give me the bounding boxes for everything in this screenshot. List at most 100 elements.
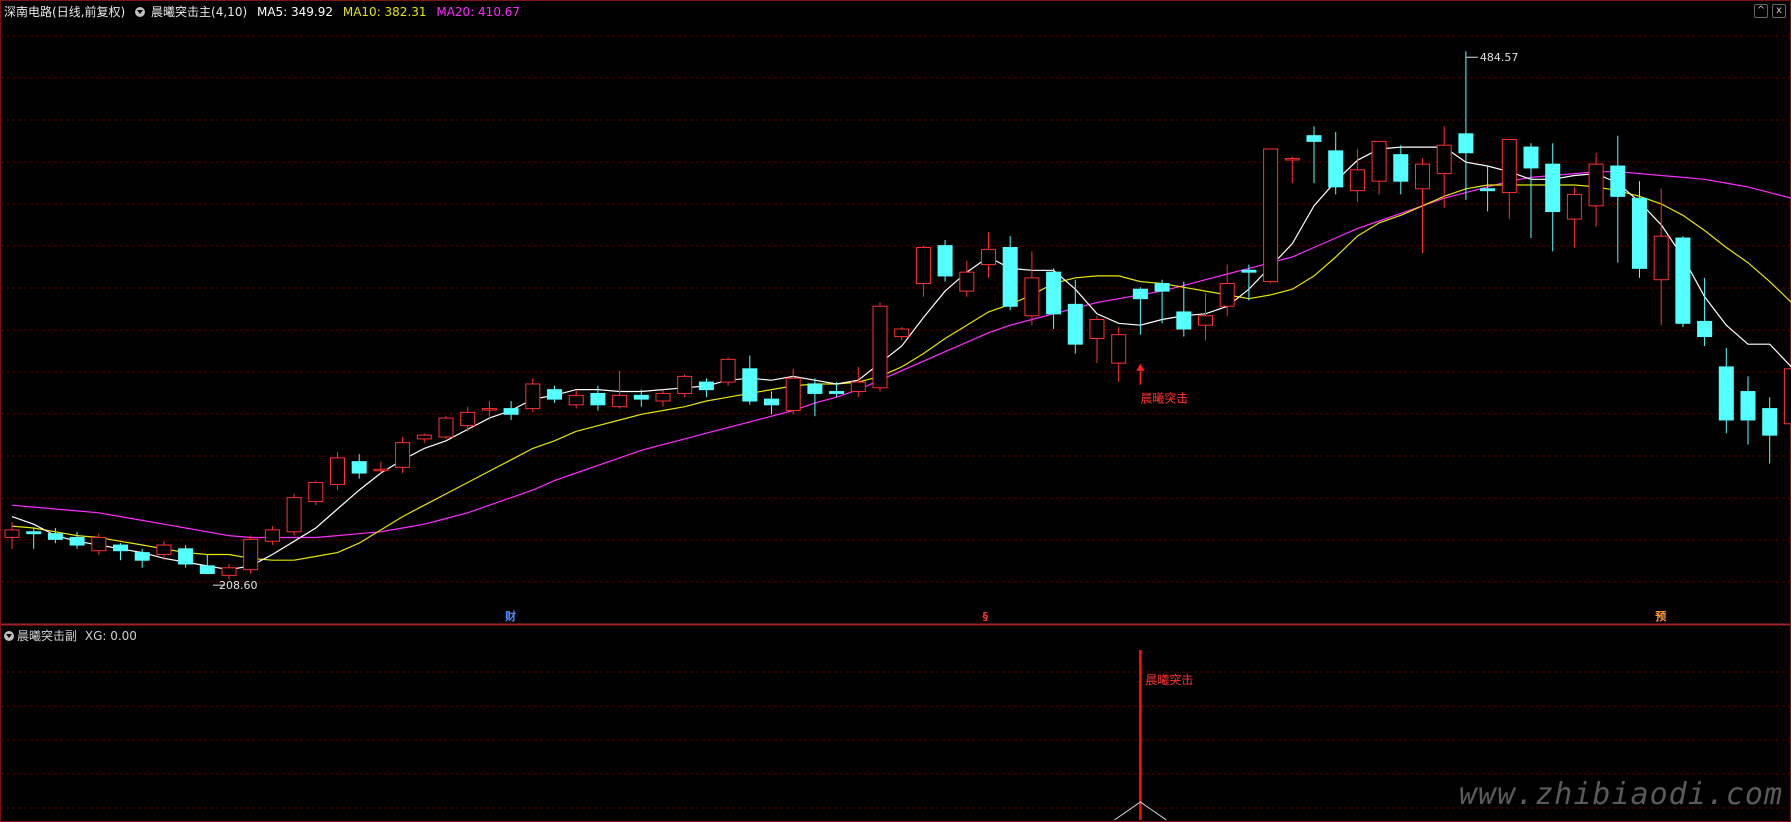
- ma20-value: MA20: 410.67: [436, 5, 521, 19]
- candle-body: [1458, 133, 1474, 154]
- watermark: www.zhibiaodi.com: [1458, 777, 1783, 812]
- candle-body: [1762, 408, 1778, 436]
- ma10-line: [11, 184, 1791, 561]
- candle-body: [742, 368, 758, 402]
- candle-body: [1263, 148, 1279, 283]
- candle-body: [959, 271, 975, 292]
- candle-body: [395, 442, 411, 468]
- candle-body: [1089, 319, 1105, 339]
- indicator-menu-icon[interactable]: [135, 7, 146, 17]
- candle-body: [981, 248, 996, 266]
- candle-body: [1783, 368, 1791, 425]
- candle-body: [1046, 271, 1062, 315]
- signal-label: 晨曦突击: [1140, 391, 1188, 406]
- candle-body: [1306, 135, 1322, 142]
- candle-body: [872, 305, 888, 389]
- candle-body: [590, 392, 606, 406]
- sub-indicator-menu-icon[interactable]: [4, 631, 14, 641]
- candle-body: [677, 375, 693, 394]
- candle-body: [351, 461, 367, 474]
- collapse-button[interactable]: ^: [1754, 4, 1768, 18]
- candle-body: [1675, 237, 1691, 324]
- candle-body: [1176, 311, 1192, 330]
- candle-body: [26, 531, 42, 535]
- sub-signal-label: 晨曦突击: [1145, 672, 1193, 687]
- event-marker: 预: [1655, 609, 1666, 623]
- candle-body: [264, 529, 280, 542]
- candle-body: [438, 417, 454, 438]
- candle-body: [1653, 235, 1669, 281]
- candle-body: [1480, 188, 1496, 192]
- candle-body: [807, 383, 823, 394]
- candle-body: [1111, 334, 1127, 364]
- candle-body: [1154, 283, 1170, 292]
- candle-body: [47, 533, 63, 540]
- candle-body: [568, 394, 584, 406]
- candle-body: [1002, 247, 1018, 307]
- indicator-name[interactable]: 晨曦突击主: [151, 5, 211, 19]
- candle-body: [1067, 303, 1083, 345]
- candle-body: [1610, 165, 1626, 197]
- candle-body: [503, 408, 519, 415]
- candle-body: [134, 552, 150, 561]
- candle-body: [1198, 315, 1213, 326]
- candle-body: [894, 328, 910, 338]
- chart-window: 484.57 208.60 晨曦突击财 § 预晨曦突击 深南电路(日线,前复权) 晨曦突…: [0, 0, 1791, 822]
- candle-body: [1436, 144, 1452, 175]
- sub-indicator-value: XG: 0.00: [84, 629, 137, 643]
- stock-name[interactable]: 深南电路: [4, 5, 52, 19]
- ma10-value: MA10: 382.31: [342, 5, 427, 19]
- candle-body: [91, 536, 107, 552]
- candle-body: [1566, 193, 1582, 220]
- sub-indicator-name[interactable]: 晨曦突击副: [17, 629, 77, 643]
- candle-body: [1632, 197, 1647, 269]
- event-marker: 财: [504, 609, 516, 623]
- candle-body: [221, 567, 237, 576]
- candle-body: [1024, 277, 1040, 317]
- candle-body: [330, 457, 345, 485]
- candle-body: [178, 548, 194, 565]
- candle-body: [633, 394, 649, 400]
- candle-body: [1523, 146, 1539, 169]
- candle-body: [1219, 283, 1235, 307]
- candle-body: [1241, 269, 1257, 273]
- candle-body: [1284, 157, 1300, 161]
- candle-body: [286, 497, 302, 533]
- close-panel-button[interactable]: x: [1772, 4, 1786, 18]
- candle-body: [850, 381, 866, 393]
- candle-body: [1349, 169, 1365, 192]
- candle-body: [1545, 163, 1561, 213]
- ma5-value: MA5: 349.92: [256, 5, 334, 19]
- candle-body: [612, 394, 628, 408]
- candle-body: [199, 565, 215, 574]
- candle-body: [1718, 366, 1734, 421]
- candle-body: [308, 482, 324, 502]
- indicator-params: (4,10): [211, 5, 248, 19]
- candle-body: [1697, 320, 1713, 338]
- candle-body: [1501, 138, 1517, 194]
- candle-body: [69, 536, 85, 546]
- candle-body: [655, 392, 671, 402]
- candle-body: [416, 434, 432, 440]
- candle-body: [373, 468, 389, 472]
- candle-body: [460, 411, 476, 427]
- candle-body: [829, 391, 845, 394]
- candle-body: [937, 245, 953, 277]
- high-price-label: 484.57: [1480, 51, 1519, 64]
- main-panel-header: 深南电路(日线,前复权) 晨曦突击主(4,10) MA5: 349.92 MA1…: [4, 3, 526, 19]
- event-marker: §: [983, 610, 989, 623]
- candle-body: [1588, 163, 1604, 207]
- candle-body: [4, 529, 20, 538]
- candle-body: [698, 381, 714, 391]
- candle-body: [785, 377, 801, 411]
- candle-body: [525, 383, 541, 410]
- ma20-line: [11, 171, 1791, 539]
- signal-candle: [1132, 288, 1148, 300]
- candle-body: [1415, 163, 1430, 190]
- candle-body: [1393, 154, 1409, 182]
- candle-body: [243, 538, 259, 571]
- candle-body: [764, 398, 779, 406]
- kline-panel[interactable]: 484.57208.60晨曦突击财 § 预晨曦突击: [0, 0, 1791, 822]
- candle-body: [481, 408, 497, 411]
- sub-panel-header: 晨曦突击副 XG: 0.00: [4, 627, 137, 644]
